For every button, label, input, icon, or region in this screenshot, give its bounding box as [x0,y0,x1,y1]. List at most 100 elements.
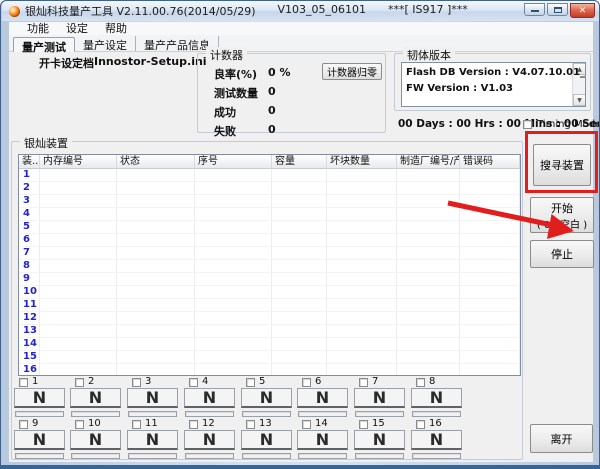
slot-checkbox-row: 12 [189,419,215,429]
table-cell [460,234,520,247]
table-cell [327,325,397,338]
slot-16: 16N [411,419,467,459]
slot-number: 15 [372,419,385,429]
close-button[interactable]: ✕ [570,3,595,18]
table-row-1[interactable]: 1 [19,169,520,182]
table-row-3[interactable]: 3 [19,195,520,208]
table-row-9[interactable]: 9 [19,273,520,286]
slot-progressbar-7 [355,411,404,417]
exit-button[interactable]: 离开 [530,424,593,453]
slot-progressbar-5 [242,411,291,417]
stop-button[interactable]: 停止 [530,240,594,268]
search-device-button[interactable]: 搜寻装置 [533,144,591,186]
header-cell-7[interactable]: 错误码 [460,155,520,169]
table-cell [460,169,520,182]
slot-checkbox-row: 11 [132,419,158,429]
slot-checkbox-10[interactable] [75,420,84,429]
slot-checkbox-9[interactable] [19,420,28,429]
menu-item-1[interactable]: 设定 [66,23,88,35]
table-cell [327,299,397,312]
table-row-4[interactable]: 4 [19,208,520,221]
counter-value-1: 0 [268,85,276,98]
table-cell [117,351,195,364]
menu-item-2[interactable]: 帮助 [105,23,127,35]
header-cell-2[interactable]: 状态 [117,155,195,169]
table-cell [327,364,397,376]
slot-checkbox-14[interactable] [302,420,311,429]
table-cell [272,169,327,182]
header-cell-4[interactable]: 容量 [272,155,327,169]
table-cell [40,286,117,299]
timing-mode-checkbox[interactable] [523,120,532,129]
slot-number: 13 [259,419,272,429]
slot-checkbox-15[interactable] [359,420,368,429]
firmware-group: 韧体版本 ▲ ▼ Flash DB Version : V4.07.10.01_… [394,53,591,111]
slot-status-6: N [297,388,348,408]
slot-checkbox-12[interactable] [189,420,198,429]
menu-item-0[interactable]: 功能 [27,23,49,35]
table-cell [40,351,117,364]
header-cell-0[interactable]: 装... [19,155,40,169]
minimize-button[interactable] [524,3,545,16]
reset-counter-button[interactable]: 计数器归零 [322,63,382,80]
firmware-line-1: FW Version : V1.03 [406,83,513,94]
table-row-2[interactable]: 2 [19,182,520,195]
table-cell [397,299,460,312]
table-row-12[interactable]: 12 [19,312,520,325]
header-cell-1[interactable]: 内存编号 [40,155,117,169]
slot-checkbox-16[interactable] [416,420,425,429]
slot-10: 10N [70,419,126,459]
table-cell [272,299,327,312]
slot-checkbox-5[interactable] [246,378,255,387]
table-row-10[interactable]: 10 [19,286,520,299]
slot-checkbox-6[interactable] [302,378,311,387]
table-cell [272,325,327,338]
table-cell [40,299,117,312]
table-row-16[interactable]: 16 [19,364,520,376]
header-cell-3[interactable]: 序号 [195,155,272,169]
table-cell [272,260,327,273]
table-row-8[interactable]: 8 [19,260,520,273]
start-button[interactable]: 开始 ( 0 / 空白 ) [530,197,594,233]
table-cell [117,325,195,338]
slot-checkbox-8[interactable] [416,378,425,387]
slot-progressbar-12 [185,453,234,459]
table-cell [195,338,272,351]
table-cell [195,364,272,376]
slot-checkbox-row: 9 [19,419,38,429]
table-cell [117,247,195,260]
slot-2: 2N [70,377,126,417]
header-cell-6[interactable]: 制造厂编号/产... [397,155,460,169]
slot-checkbox-1[interactable] [19,378,28,387]
table-row-11[interactable]: 11 [19,299,520,312]
tab-0[interactable]: 量产测试 [13,37,75,52]
table-cell [327,286,397,299]
table-row-6[interactable]: 6 [19,234,520,247]
table-cell [272,208,327,221]
table-cell [327,260,397,273]
table-row-5[interactable]: 5 [19,221,520,234]
table-row-7[interactable]: 7 [19,247,520,260]
table-row-14[interactable]: 14 [19,338,520,351]
slot-number: 12 [202,419,215,429]
slot-status-13: N [241,430,292,450]
row-index: 6 [19,234,40,247]
counter-label-3: 失败 [214,123,236,139]
counter-group: 计数器 良率(%)0 %测试数量0成功0失败0 计数器归零 [197,53,386,133]
counter-value-3: 0 [268,123,276,136]
slot-checkbox-4[interactable] [189,378,198,387]
slot-checkbox-7[interactable] [359,378,368,387]
slot-checkbox-13[interactable] [246,420,255,429]
table-cell [117,169,195,182]
table-row-13[interactable]: 13 [19,325,520,338]
header-cell-5[interactable]: 坏块数量 [327,155,397,169]
slot-checkbox-3[interactable] [132,378,141,387]
scroll-down-button[interactable]: ▼ [573,94,586,106]
table-row-15[interactable]: 15 [19,351,520,364]
slot-checkbox-2[interactable] [75,378,84,387]
slot-checkbox-11[interactable] [132,420,141,429]
table-cell [397,182,460,195]
maximize-button[interactable] [547,3,568,16]
tab-1[interactable]: 量产设定 [75,36,136,51]
table-cell [117,364,195,376]
